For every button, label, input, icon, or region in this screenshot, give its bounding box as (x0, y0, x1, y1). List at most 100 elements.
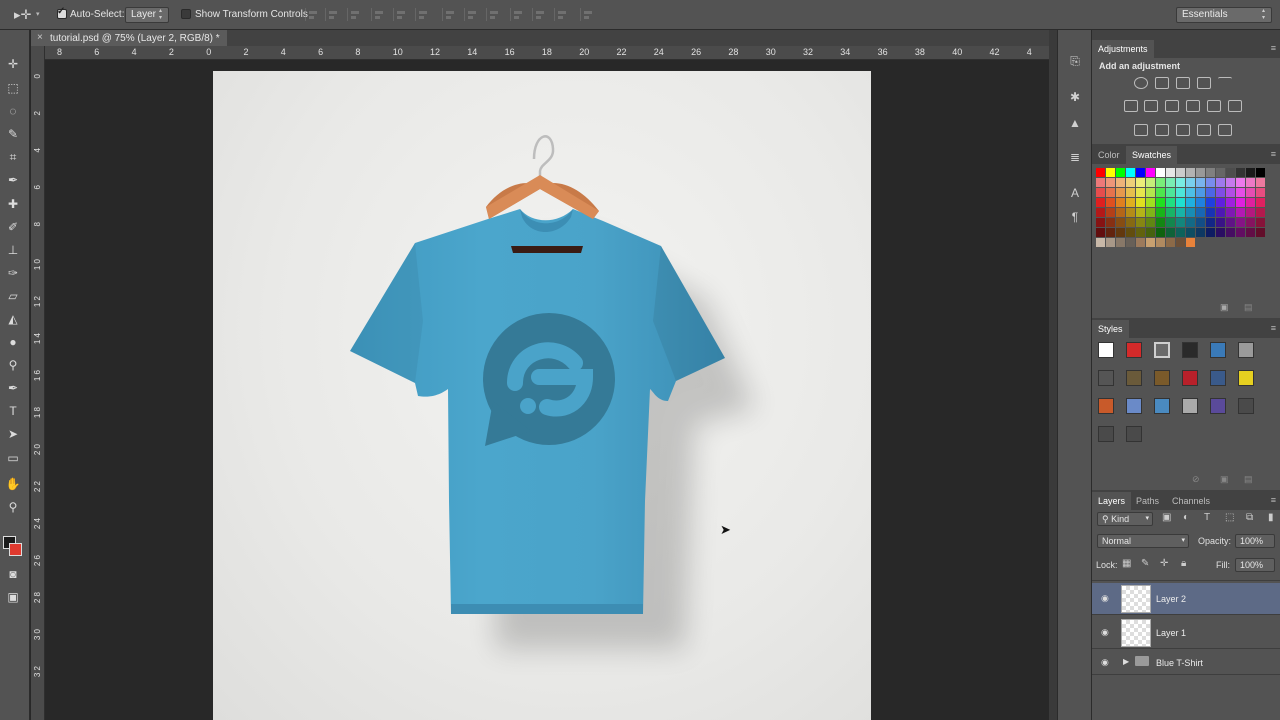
swatch[interactable] (1176, 238, 1185, 247)
history-brush-tool-icon[interactable]: ✑ (4, 265, 22, 281)
auto-select-dropdown[interactable]: Layer (125, 7, 169, 23)
swatch[interactable] (1236, 188, 1245, 197)
swatch[interactable] (1166, 198, 1175, 207)
panel-dock-gutter[interactable] (1049, 30, 1057, 720)
zoom-tool-icon[interactable]: ⚲ (4, 499, 22, 515)
new-swatch-icon[interactable]: ▣ (1220, 302, 1229, 313)
actions-icon[interactable]: ✱ (1067, 90, 1083, 104)
panel-menu-icon[interactable]: ≡ (1271, 495, 1276, 505)
healing-brush-tool-icon[interactable]: ✚ (4, 196, 22, 212)
align-vertical-centers-icon[interactable] (325, 8, 339, 21)
layer-group-blue-t-shirt[interactable]: ◉ ▶ Blue T-Shirt (1092, 651, 1280, 675)
swatch[interactable] (1096, 198, 1105, 207)
swatch[interactable] (1106, 198, 1115, 207)
style-preset[interactable] (1098, 426, 1114, 442)
swatch[interactable] (1136, 238, 1145, 247)
swatch[interactable] (1096, 228, 1105, 237)
style-preset[interactable] (1126, 342, 1142, 358)
swatch[interactable] (1136, 208, 1145, 217)
filter-pixel-icon[interactable]: ▣ (1162, 512, 1171, 523)
crop-tool-icon[interactable]: ⌗ (4, 149, 22, 165)
swatch[interactable] (1196, 188, 1205, 197)
black-white-icon[interactable] (1165, 100, 1179, 112)
align-horizontal-centers-icon[interactable] (393, 8, 407, 21)
swatch[interactable] (1106, 218, 1115, 227)
swatch[interactable] (1256, 168, 1265, 177)
swatch[interactable] (1216, 228, 1225, 237)
swatch[interactable] (1096, 178, 1105, 187)
eye-icon[interactable]: ◉ (1101, 593, 1109, 604)
swatch[interactable] (1246, 188, 1255, 197)
swatch[interactable] (1186, 238, 1195, 247)
swatch[interactable] (1136, 218, 1145, 227)
trash-icon[interactable]: ▤ (1244, 474, 1253, 485)
eyedropper-tool-icon[interactable]: ✒ (4, 172, 22, 188)
distribute-hcenter-icon[interactable] (532, 8, 546, 21)
swatch[interactable] (1136, 168, 1145, 177)
curves-icon[interactable] (1176, 77, 1190, 89)
swatch[interactable] (1176, 198, 1185, 207)
vibrance-icon[interactable] (1218, 77, 1232, 89)
ruler-vertical[interactable]: 0 2 4 6 8 1 0 1 2 1 4 1 6 1 8 2 0 2 2 2 4 2 6 2 8 3 0 3 … (31, 46, 45, 720)
swatch[interactable] (1166, 228, 1175, 237)
filter-smart-object-icon[interactable]: ⧉ (1246, 512, 1253, 523)
swatch[interactable] (1156, 168, 1165, 177)
swatch[interactable] (1196, 178, 1205, 187)
style-preset[interactable] (1098, 342, 1114, 358)
tab-adjustments[interactable]: Adjustments (1092, 40, 1154, 58)
new-style-icon[interactable]: ▣ (1220, 474, 1229, 485)
gradient-map-icon[interactable] (1218, 124, 1232, 136)
swatch[interactable] (1146, 198, 1155, 207)
swatch[interactable] (1246, 168, 1255, 177)
distribute-top-icon[interactable] (442, 8, 456, 21)
panel-menu-icon[interactable]: ≡ (1271, 43, 1276, 53)
swatch[interactable] (1246, 228, 1255, 237)
swatch[interactable] (1176, 178, 1185, 187)
distribute-left-icon[interactable] (510, 8, 524, 21)
swatch[interactable] (1106, 238, 1115, 247)
style-preset[interactable] (1098, 370, 1114, 386)
swatch[interactable] (1196, 198, 1205, 207)
style-preset[interactable] (1154, 370, 1170, 386)
swatch[interactable] (1256, 178, 1265, 187)
swatch[interactable] (1186, 188, 1195, 197)
style-preset[interactable] (1098, 398, 1114, 414)
eraser-tool-icon[interactable]: ▱ (4, 288, 22, 304)
swatch[interactable] (1146, 208, 1155, 217)
swatch[interactable] (1236, 198, 1245, 207)
swatch[interactable] (1176, 208, 1185, 217)
swatch[interactable] (1096, 208, 1105, 217)
paragraph-icon[interactable]: ¶ (1067, 210, 1083, 224)
style-preset[interactable] (1210, 342, 1226, 358)
swatch[interactable] (1226, 188, 1235, 197)
swatch[interactable] (1226, 198, 1235, 207)
swatch[interactable] (1126, 168, 1135, 177)
type-tool-icon[interactable]: T (4, 403, 22, 419)
blend-mode-dropdown[interactable]: Normal ▾ (1097, 534, 1189, 548)
workspace-switcher[interactable]: Essentials (1176, 7, 1272, 23)
swatch[interactable] (1176, 228, 1185, 237)
swatch[interactable] (1096, 238, 1105, 247)
swatch[interactable] (1246, 218, 1255, 227)
hue-saturation-icon[interactable] (1124, 100, 1138, 112)
swatch[interactable] (1186, 228, 1195, 237)
swatch[interactable] (1116, 178, 1125, 187)
layer-filter-kind-dropdown[interactable]: ⚲ Kind ▾ (1097, 512, 1153, 526)
auto-align-layers-icon[interactable] (580, 8, 594, 21)
channel-mixer-icon[interactable] (1207, 100, 1221, 112)
swatch[interactable] (1156, 238, 1165, 247)
swatch[interactable] (1166, 238, 1175, 247)
swatch[interactable] (1116, 238, 1125, 247)
selective-color-icon[interactable] (1197, 124, 1211, 136)
swatch[interactable] (1136, 198, 1145, 207)
swatch[interactable] (1166, 168, 1175, 177)
swatch[interactable] (1106, 228, 1115, 237)
style-preset[interactable] (1238, 370, 1254, 386)
swatch[interactable] (1206, 168, 1215, 177)
swatch[interactable] (1126, 228, 1135, 237)
gradient-tool-icon[interactable]: ◭ (4, 311, 22, 327)
document-canvas[interactable] (213, 71, 871, 720)
filter-toggle-icon[interactable]: ▮ (1268, 512, 1274, 523)
eye-icon[interactable]: ◉ (1101, 657, 1109, 668)
swatch[interactable] (1206, 208, 1215, 217)
